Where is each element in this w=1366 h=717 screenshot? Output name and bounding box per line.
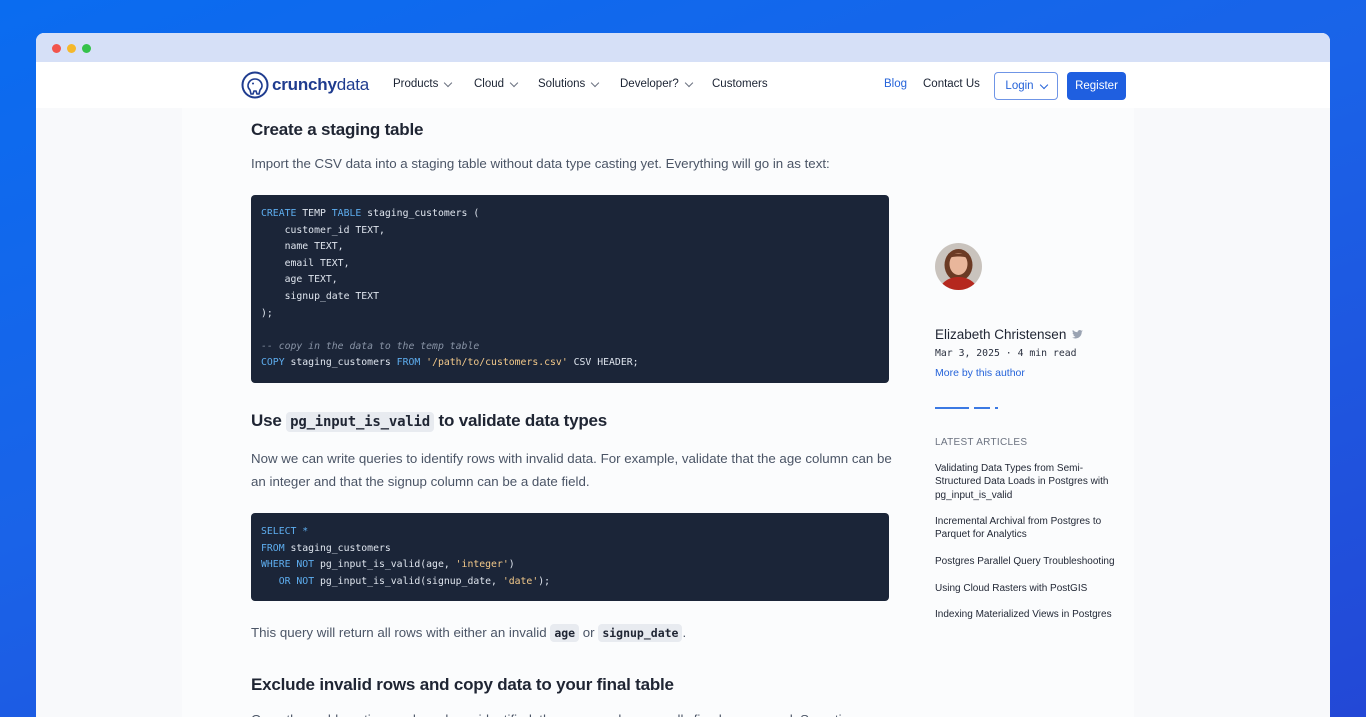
nav-cloud-label: Cloud [474,78,505,90]
code-keyword: WHERE NOT [261,559,315,571]
author-avatar[interactable] [935,243,982,290]
close-window-button[interactable] [52,44,61,53]
para-line: Now we can write queries to identify row… [251,451,892,466]
section-heading-validate: Use pg_input_is_valid to validate data t… [251,411,608,432]
latest-article-link[interactable]: Using Cloud Rasters with PostGIS [935,582,1125,595]
code-keyword: FROM [261,542,285,554]
code-comment: -- copy in the data to the temp table [261,340,480,352]
code-keyword: COPY [261,357,285,369]
inline-code: signup_date [598,624,683,642]
code-line: email TEXT, [261,257,350,269]
result-text: This query will return all rows with eit… [251,621,686,645]
author-name-text: Elizabeth Christensen [935,327,1067,342]
code-keyword: SELECT * [261,526,309,537]
site-navbar: crunchydata Products Cloud Solutions Dev… [36,62,1330,108]
nav-products[interactable]: Products [393,78,453,90]
nav-solutions-label: Solutions [538,78,586,90]
code-line: age TEXT, [261,274,338,286]
code-text: ) [508,559,515,571]
chevron-down-icon [591,78,600,87]
chevron-down-icon [1039,80,1048,89]
nav-solutions[interactable]: Solutions [538,78,600,90]
nav-contact-link[interactable]: Contact Us [923,78,980,90]
twitter-icon[interactable] [1072,330,1084,339]
nav-developer-label: Developer? [620,78,679,90]
para-text: or [579,625,599,640]
code-keyword: FROM [396,357,421,369]
nav-cloud[interactable]: Cloud [474,78,519,90]
nav-products-label: Products [393,78,439,90]
code-string: '/path/to/customers.csv' [426,357,568,369]
code-keyword: TABLE [331,208,362,219]
author-name[interactable]: Elizabeth Christensen [935,327,1084,342]
code-text: staging_customers [284,357,397,369]
inline-code: age [550,624,580,642]
heading-text: Use [251,411,287,430]
latest-article-link[interactable]: Incremental Archival from Postgres to Pa… [935,515,1125,542]
code-text: staging_customers ( [361,208,480,219]
code-string: 'date' [502,575,539,587]
code-text: TEMP [296,208,332,219]
inline-code: pg_input_is_valid [286,412,434,432]
code-string: 'integer' [455,559,509,571]
avatar-image [935,243,982,290]
code-line: signup_date TEXT [261,290,379,302]
nav-customers-label: Customers [712,78,768,90]
share-link-2[interactable] [974,407,990,409]
code-keyword: OR NOT [278,575,315,587]
latest-article-link[interactable]: Validating Data Types from Semi-Structur… [935,462,1125,502]
chevron-down-icon [684,78,694,87]
code-block-create-table[interactable]: CREATE TEMP TABLE staging_customers ( cu… [251,195,889,383]
code-line: ); [261,307,273,319]
chevron-down-icon [444,78,453,87]
code-keyword: CREATE [261,208,297,219]
code-text: ); [538,575,551,587]
section-text-staging: Import the CSV data into a staging table… [251,156,830,171]
section-heading-exclude: Exclude invalid rows and copy data to yo… [251,675,674,694]
latest-article-link[interactable]: Indexing Materialized Views in Postgres [935,608,1125,621]
code-text: pg_input_is_valid(signup_date, [314,575,503,587]
login-button[interactable]: Login [994,72,1058,100]
section-heading-staging: Create a staging table [251,120,424,139]
para-line: an integer and that the signup column ca… [251,474,590,489]
login-label: Login [1005,80,1034,92]
para-text: This query will return all rows with eit… [251,625,551,640]
code-text: CSV HEADER; [567,357,639,369]
code-block-select[interactable]: SELECT * FROM staging_customers WHERE NO… [251,513,889,601]
nav-developer[interactable]: Developer? [620,78,694,90]
window-titlebar [36,33,1330,62]
heading-text: to validate data types [434,411,608,430]
article-meta: Mar 3, 2025 · 4 min read [935,348,1077,359]
section-text-validate: Now we can write queries to identify row… [251,447,901,493]
latest-article-link[interactable]: Postgres Parallel Query Troubleshooting [935,555,1125,568]
code-text: staging_customers [284,542,391,554]
section-text-exclude: Once the problematic rows have been iden… [251,708,901,717]
logo-text-bold: crunchy [272,75,337,94]
share-link-1[interactable] [935,407,969,409]
register-button[interactable]: Register [1067,72,1126,100]
chevron-down-icon [509,78,519,87]
latest-articles-heading: LATEST ARTICLES [935,437,1028,448]
minimize-window-button[interactable] [67,44,76,53]
para-text: . [682,625,687,640]
share-link-3[interactable] [995,407,998,409]
code-line: customer_id TEXT, [261,224,385,236]
maximize-window-button[interactable] [82,44,91,53]
elephant-logo-icon [241,71,269,99]
logo-text-light: data [336,75,370,94]
nav-customers[interactable]: Customers [712,78,768,90]
share-links [935,407,998,409]
browser-window: crunchydata Products Cloud Solutions Dev… [36,33,1330,717]
crunchy-data-logo[interactable]: crunchydata [241,71,369,99]
code-line: name TEXT, [261,241,344,253]
nav-blog-link[interactable]: Blog [884,78,907,90]
more-by-author-link[interactable]: More by this author [935,367,1025,379]
code-text: pg_input_is_valid(age, [314,559,456,571]
